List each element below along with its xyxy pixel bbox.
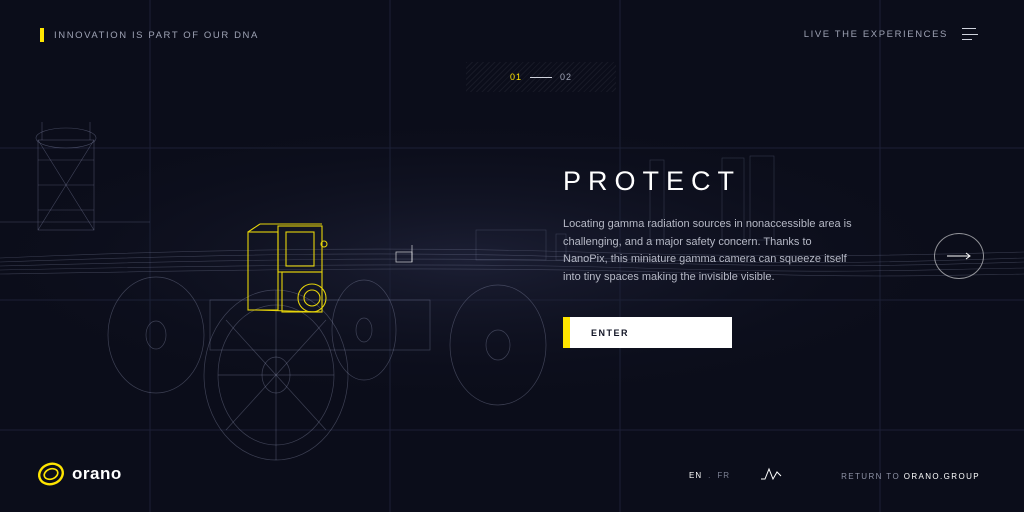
pager-next[interactable]: 02 [560, 72, 572, 82]
language-switcher: EN . FR [689, 471, 730, 480]
enter-button[interactable]: ENTER [563, 317, 732, 348]
lang-separator: . [708, 471, 712, 480]
orano-ring-logo [38, 462, 64, 486]
accent-bar [40, 28, 44, 42]
tagline-text: INNOVATION IS PART OF OUR DNA [54, 29, 259, 41]
return-brand: ORANO.GROUP [903, 472, 980, 481]
arrow-right-icon [947, 252, 971, 260]
tagline: INNOVATION IS PART OF OUR DNA [40, 28, 259, 42]
pager-divider [530, 76, 552, 78]
top-right-nav: LIVE THE EXPERIENCES [804, 28, 978, 40]
return-to-orano-link[interactable]: RETURN TO ORANO.GROUP [841, 472, 980, 481]
slide-pager: 01 02 [466, 62, 616, 92]
live-experiences-link[interactable]: LIVE THE EXPERIENCES [804, 29, 948, 40]
hero-title: PROTECT [563, 166, 742, 196]
return-prefix: RETURN TO [841, 472, 904, 481]
logo-text: orano [72, 464, 122, 483]
lang-en[interactable]: EN [689, 471, 702, 480]
hamburger-icon[interactable] [962, 28, 978, 40]
hero-description: Locating gamma radiation sources in nona… [563, 218, 852, 283]
lang-fr[interactable]: FR [717, 471, 730, 480]
pager-current[interactable]: 01 [510, 72, 522, 82]
next-slide-button[interactable] [934, 233, 984, 279]
sound-wave-icon[interactable] [760, 466, 782, 482]
orano-logo[interactable]: orano [36, 460, 122, 488]
